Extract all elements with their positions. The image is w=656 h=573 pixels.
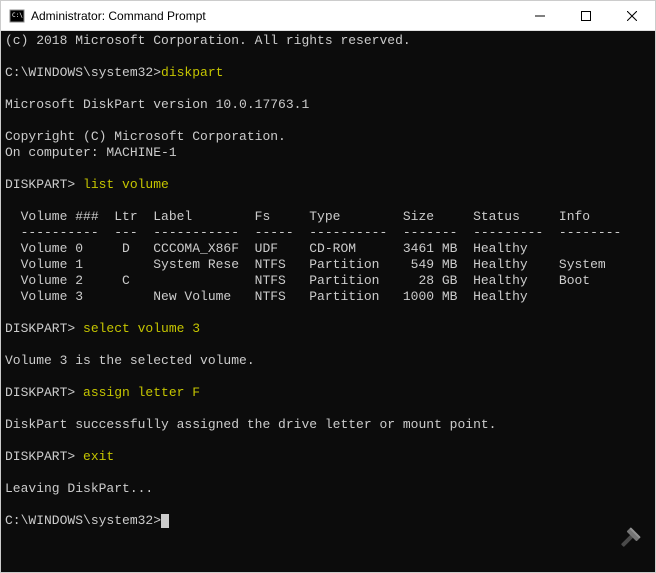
select-result: Volume 3 is the selected volume. [5, 353, 255, 368]
table-row: Volume 0 D CCCOMA_X86F UDF CD-ROM 3461 M… [5, 241, 528, 256]
svg-text:C:\: C:\ [12, 12, 23, 19]
prompt-path: C:\WINDOWS\system32> [5, 65, 161, 80]
table-row: Volume 2 C NTFS Partition 28 GB Healthy … [5, 273, 590, 288]
assign-result: DiskPart successfully assigned the drive… [5, 417, 496, 432]
diskpart-prompt: DISKPART> [5, 449, 83, 464]
on-computer: On computer: MACHINE-1 [5, 145, 177, 160]
table-divider: ---------- --- ----------- ----- -------… [5, 225, 621, 240]
close-button[interactable] [609, 1, 655, 30]
titlebar[interactable]: C:\ Administrator: Command Prompt [1, 1, 655, 31]
cursor [161, 514, 169, 528]
cmd-select-volume: select volume 3 [83, 321, 200, 336]
diskpart-prompt: DISKPART> [5, 385, 83, 400]
command-prompt-window: C:\ Administrator: Command Prompt (c) 20… [0, 0, 656, 573]
window-title: Administrator: Command Prompt [31, 9, 517, 23]
cmd-list-volume: list volume [83, 177, 169, 192]
diskpart-prompt: DISKPART> [5, 177, 83, 192]
diskpart-copyright: Copyright (C) Microsoft Corporation. [5, 129, 286, 144]
hammer-icon [614, 526, 642, 559]
cmd-diskpart: diskpart [161, 65, 223, 80]
terminal-output[interactable]: (c) 2018 Microsoft Corporation. All righ… [1, 31, 655, 572]
table-header: Volume ### Ltr Label Fs Type Size Status… [5, 209, 590, 224]
table-row: Volume 1 System Rese NTFS Partition 549 … [5, 257, 606, 272]
final-prompt: C:\WINDOWS\system32> [5, 513, 161, 528]
cmd-assign: assign letter F [83, 385, 200, 400]
diskpart-prompt: DISKPART> [5, 321, 83, 336]
leaving-line: Leaving DiskPart... [5, 481, 153, 496]
table-row: Volume 3 New Volume NTFS Partition 1000 … [5, 289, 528, 304]
copyright-line: (c) 2018 Microsoft Corporation. All righ… [5, 33, 411, 48]
cmd-exit: exit [83, 449, 114, 464]
cmd-icon: C:\ [9, 8, 25, 24]
window-controls [517, 1, 655, 30]
maximize-button[interactable] [563, 1, 609, 30]
minimize-button[interactable] [517, 1, 563, 30]
diskpart-version: Microsoft DiskPart version 10.0.17763.1 [5, 97, 309, 112]
